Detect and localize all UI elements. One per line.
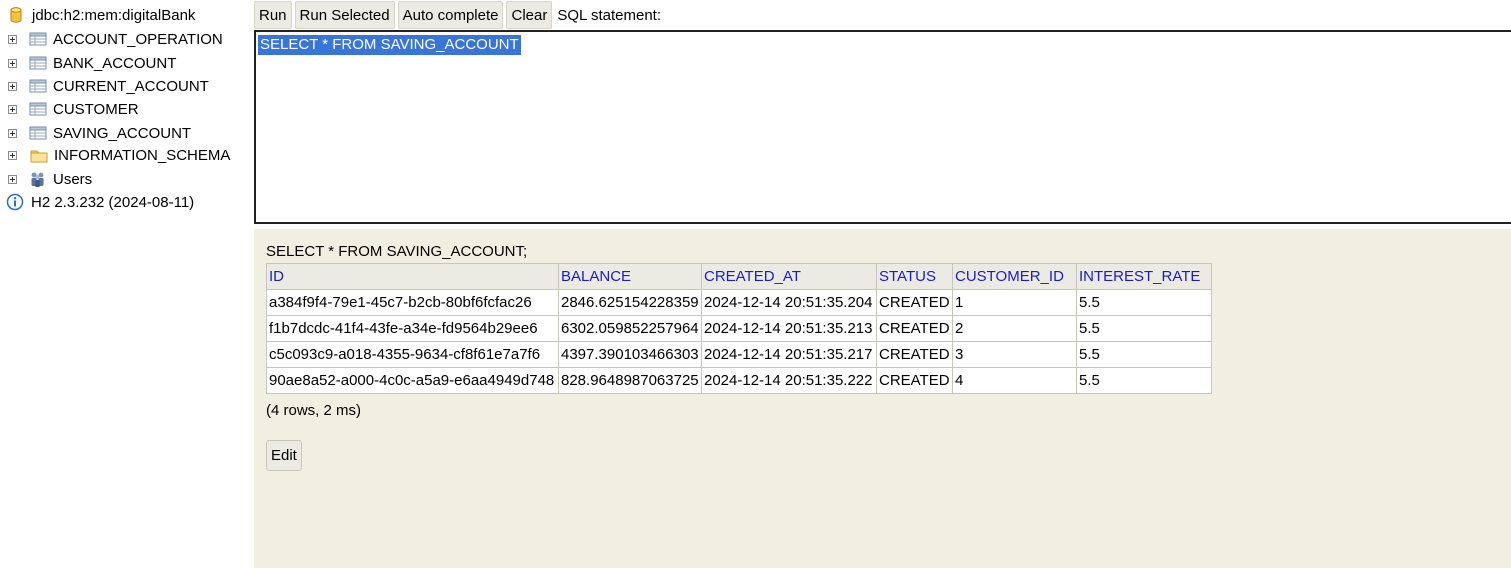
tree-item-saving-account[interactable]: SAVING_ACCOUNT — [0, 122, 191, 144]
tree-item-current-account[interactable]: CURRENT_ACCOUNT — [0, 75, 209, 97]
table-icon — [29, 126, 47, 140]
tree-item-version: H2 2.3.232 (2024-08-11) — [0, 191, 194, 213]
cell-id: f1b7dcdc-41f4-43fe-a34e-fd9564b29ee6 — [266, 315, 559, 342]
version-label: H2 2.3.232 (2024-08-11) — [31, 193, 195, 211]
info-icon — [6, 193, 24, 211]
expand-icon[interactable] — [8, 174, 17, 184]
column-header-balance[interactable]: BALANCE — [558, 263, 702, 290]
cell-status: CREATED — [876, 367, 953, 394]
table-header-row: ID BALANCE CREATED_AT STATUS CUSTOMER_ID… — [266, 263, 1212, 290]
h2-console: jdbc:h2:mem:digitalBank ACCOUNT_OPERATIO… — [0, 0, 1511, 568]
clear-button[interactable]: Clear — [506, 1, 553, 29]
tree-item-label: Users — [53, 170, 93, 188]
column-header-id[interactable]: ID — [266, 263, 559, 290]
expand-icon[interactable] — [8, 81, 17, 91]
cell-balance: 6302.059852257964 — [558, 315, 702, 342]
tree-item-label: ACCOUNT_OPERATION — [53, 30, 223, 48]
schema-tree: jdbc:h2:mem:digitalBank ACCOUNT_OPERATIO… — [0, 0, 254, 568]
table-row: 90ae8a52-a000-4c0c-a5a9-e6aa4949d748 828… — [266, 367, 1212, 394]
folder-icon — [30, 150, 48, 163]
sql-editor-text[interactable]: SELECT * FROM SAVING_ACCOUNT — [258, 35, 521, 55]
expand-icon[interactable] — [8, 128, 17, 138]
expand-icon[interactable] — [8, 58, 17, 68]
tree-item-customer[interactable]: CUSTOMER — [0, 98, 139, 120]
cell-id: a384f9f4-79e1-45c7-b2cb-80bf6fcfac26 — [266, 289, 559, 316]
run-selected-button[interactable]: Run Selected — [294, 1, 395, 29]
edit-button[interactable]: Edit — [266, 440, 302, 471]
sql-statement-label: SQL statement: — [557, 6, 662, 24]
tree-item-users[interactable]: Users — [0, 168, 92, 190]
tree-item-label: CURRENT_ACCOUNT — [53, 77, 209, 95]
column-header-created-at[interactable]: CREATED_AT — [701, 263, 877, 290]
tree-item-information-schema[interactable]: INFORMATION_SCHEMA — [0, 144, 230, 166]
column-header-customer-id[interactable]: CUSTOMER_ID — [952, 263, 1077, 290]
cell-status: CREATED — [876, 289, 953, 316]
tree-item-bank-account[interactable]: BANK_ACCOUNT — [0, 52, 176, 74]
cell-balance: 828.9648987063725 — [558, 367, 702, 394]
table-icon — [29, 102, 47, 116]
cell-created-at: 2024-12-14 20:51:35.217 — [701, 341, 877, 368]
tree-item-label: BANK_ACCOUNT — [53, 54, 177, 72]
run-button[interactable]: Run — [254, 1, 292, 29]
cell-status: CREATED — [876, 315, 953, 342]
expand-icon[interactable] — [8, 150, 17, 160]
expand-icon[interactable] — [8, 34, 17, 44]
cell-created-at: 2024-12-14 20:51:35.213 — [701, 315, 877, 342]
cell-balance: 2846.625154228359 — [558, 289, 702, 316]
tree-item-label: SAVING_ACCOUNT — [53, 124, 192, 142]
result-query-text: SELECT * FROM SAVING_ACCOUNT; — [266, 243, 528, 260]
expand-icon[interactable] — [8, 104, 17, 114]
table-row: a384f9f4-79e1-45c7-b2cb-80bf6fcfac26 284… — [266, 289, 1212, 316]
cell-created-at: 2024-12-14 20:51:35.222 — [701, 367, 877, 394]
connection-label: jdbc:h2:mem:digitalBank — [32, 6, 196, 24]
table-icon — [29, 56, 47, 70]
cell-customer-id: 3 — [952, 341, 1077, 368]
table-icon — [29, 32, 47, 46]
tree-item-account-operation[interactable]: ACCOUNT_OPERATION — [0, 28, 223, 50]
tree-item-label: INFORMATION_SCHEMA — [54, 146, 231, 164]
cell-interest-rate: 5.5 — [1076, 289, 1212, 316]
table-row: f1b7dcdc-41f4-43fe-a34e-fd9564b29ee6 630… — [266, 315, 1212, 342]
row-count-text: (4 rows, 2 ms) — [266, 402, 362, 419]
result-table: ID BALANCE CREATED_AT STATUS CUSTOMER_ID… — [266, 263, 1212, 394]
cell-created-at: 2024-12-14 20:51:35.204 — [701, 289, 877, 316]
cell-interest-rate: 5.5 — [1076, 367, 1212, 394]
sql-editor[interactable]: SELECT * FROM SAVING_ACCOUNT — [254, 30, 1511, 224]
cell-id: 90ae8a52-a000-4c0c-a5a9-e6aa4949d748 — [266, 367, 559, 394]
cell-interest-rate: 5.5 — [1076, 315, 1212, 342]
users-icon — [31, 172, 44, 187]
tree-connection[interactable]: jdbc:h2:mem:digitalBank — [0, 4, 195, 26]
cell-id: c5c093c9-a018-4355-9634-cf8f61e7a7f6 — [266, 341, 559, 368]
cell-customer-id: 2 — [952, 315, 1077, 342]
table-row: c5c093c9-a018-4355-9634-cf8f61e7a7f6 439… — [266, 341, 1212, 368]
column-header-status[interactable]: STATUS — [876, 263, 953, 290]
auto-complete-button[interactable]: Auto complete — [397, 1, 504, 29]
cell-customer-id: 1 — [952, 289, 1077, 316]
column-header-interest-rate[interactable]: INTEREST_RATE — [1076, 263, 1212, 290]
table-icon — [29, 79, 47, 93]
database-icon — [10, 7, 22, 23]
result-panel: SELECT * FROM SAVING_ACCOUNT; ID BALANCE… — [254, 229, 1511, 568]
cell-interest-rate: 5.5 — [1076, 341, 1212, 368]
cell-balance: 4397.390103466303 — [558, 341, 702, 368]
cell-status: CREATED — [876, 341, 953, 368]
toolbar: Run Run Selected Auto complete Clear SQL… — [254, 0, 661, 30]
cell-customer-id: 4 — [952, 367, 1077, 394]
tree-item-label: CUSTOMER — [53, 100, 139, 118]
